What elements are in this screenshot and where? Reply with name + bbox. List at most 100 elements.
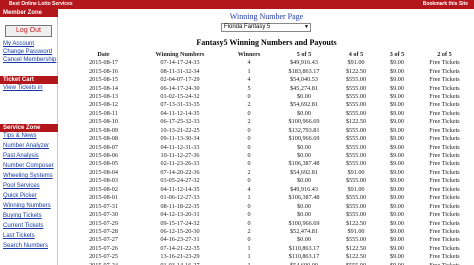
cell-winners: 1: [247, 244, 251, 252]
sidebar-link-quick-picker[interactable]: Quick Picker: [3, 193, 37, 200]
cell-2-of-5: Free Tickets: [429, 227, 460, 235]
cell-date: 2015-07-24: [71, 262, 136, 265]
sidebar-link-change-password[interactable]: Change Password: [3, 49, 52, 56]
cell-2-of-5: Free Tickets: [429, 76, 460, 84]
cell-winning-numbers: 04-11-12-31-33: [160, 143, 200, 151]
service-zone-header: Service Zone: [0, 124, 58, 132]
cell-3-of-5: $9.00: [390, 67, 404, 75]
column-date: Date: [97, 51, 110, 58]
cell-winners: 0: [247, 92, 251, 100]
sidebar-link-last-tickets[interactable]: Last Tickets: [3, 233, 35, 240]
cell-date: 2015-08-14: [89, 84, 118, 92]
cell-winning-numbers: 02-04-07-17-29: [160, 76, 200, 84]
sidebar-link-tips-news[interactable]: Tips & News: [3, 133, 36, 140]
cell-winning-numbers: 09-15-17-24-32: [160, 219, 200, 227]
sidebar-link-number-composer[interactable]: Number Composer: [3, 163, 54, 170]
cell-5-of-5: $0.00: [297, 143, 311, 151]
cell-4-of-5: $122.50: [345, 118, 367, 126]
cell-2-of-5: Free Tickets: [429, 84, 460, 92]
cell-4-of-5: $555.00: [345, 236, 367, 244]
cell-4-of-5: $122.50: [345, 253, 367, 261]
chevron-down-icon: ▼: [304, 24, 309, 30]
cell-3-of-5: $9.00: [390, 236, 404, 244]
cell-winners: 0: [247, 135, 251, 143]
game-select[interactable]: Florida Fantasy 5 ▼: [221, 23, 311, 32]
table-row: 2015-08-15 02-04-07-17-29 4 $54,040.53 $555.…: [71, 76, 473, 84]
table-row: 2015-07-30 04-12-13-20-31 0 $0.00 $555.00 $9.…: [71, 211, 473, 219]
sidebar-link-wheeling-systems[interactable]: Wheeling Systems: [3, 173, 53, 180]
cell-4-of-5: $122.50: [345, 244, 367, 252]
cell-4-of-5: $91.00: [347, 168, 365, 176]
cell-3-of-5: $9.00: [390, 177, 404, 185]
table-row: 2015-08-09 10-13-21-22-25 0 $132,793.81 $555…: [71, 127, 473, 135]
sidebar-link-cancel-membership[interactable]: Cancel Membership: [3, 57, 56, 64]
cell-winners: 0: [247, 177, 251, 185]
cell-2-of-5: Free Tickets: [429, 211, 460, 219]
cell-winners: 1: [247, 194, 251, 202]
cell-date: 2015-08-17: [89, 59, 118, 67]
sidebar-link-my-account[interactable]: My Account: [3, 41, 34, 48]
winning-numbers-table: Date Winning Numbers Winners 5 of 5 4 of…: [71, 50, 473, 265]
cell-3-of-5: $9.00: [390, 143, 404, 151]
table-row: 2015-08-02 04-11-12-14-35 4 $49,916.43 $91.0…: [71, 186, 473, 194]
sidebar-link-search-numbers[interactable]: Search Numbers: [3, 243, 48, 250]
cell-3-of-5: $9.00: [390, 244, 404, 252]
cell-winning-numbers: 04-11-12-14-35: [160, 185, 200, 193]
cell-5-of-5: $49,916.43: [290, 59, 318, 67]
cell-5-of-5: $100,966.69: [288, 118, 320, 126]
cell-date: 2015-08-06: [89, 152, 118, 160]
table-row: 2015-07-26 07-14-21-22-35 1 $110,863.17 $122…: [71, 245, 473, 253]
sidebar-link-view-tickets[interactable]: View Tickets in: [3, 85, 43, 92]
sidebar-link-past-analysis[interactable]: Past Analysis: [3, 153, 39, 160]
cell-2-of-5: Free Tickets: [429, 253, 460, 261]
cell-5-of-5: $52,474.81: [290, 227, 318, 235]
cell-4-of-5: $555.00: [345, 109, 367, 117]
logout-button[interactable]: Log Out: [5, 25, 52, 37]
cell-winners: 0: [247, 236, 251, 244]
column-winning-numbers: Winning Numbers: [155, 51, 205, 58]
table-row: 2015-08-08 09-11-13-30-34 0 $100,966.69 $555…: [71, 135, 473, 143]
cell-5-of-5: $132,793.81: [288, 126, 320, 134]
cell-3-of-5: $9.00: [390, 135, 404, 143]
cell-3-of-5: $9.00: [390, 211, 404, 219]
cell-5-of-5: $110,863.17: [288, 253, 320, 261]
cell-winning-numbers: 06-12-15-20-30: [160, 227, 200, 235]
sidebar-link-current-tickets[interactable]: Current Tickets: [3, 223, 43, 230]
table-header-row: Date Winning Numbers Winners 5 of 5 4 of…: [71, 50, 473, 59]
cell-winners: 4: [247, 59, 251, 67]
cell-date: 2015-08-13: [89, 92, 118, 100]
cell-4-of-5: $91.00: [347, 185, 365, 193]
table-row: 2015-07-2401-03-14-16-271$54,690.00$555.…: [71, 262, 473, 265]
sidebar-link-pool-services[interactable]: Pool Services: [3, 183, 40, 190]
cell-5-of-5: $0.00: [297, 92, 311, 100]
cell-5-of-5: $0.00: [297, 177, 311, 185]
cell-winners: 0: [247, 109, 251, 117]
cell-date: 2015-08-15: [89, 76, 118, 84]
cell-3-of-5: $9.00: [390, 59, 404, 67]
table-row: 2015-08-16 08-11-31-32-34 1 $183,863.17 $122…: [71, 67, 473, 75]
cell-winners: 0: [247, 202, 251, 210]
cell-4-of-5: $555.00: [334, 262, 378, 265]
cell-5-of-5: $54,692.81: [290, 101, 318, 109]
cell-3-of-5: $9.00: [390, 76, 404, 84]
cell-5-of-5: $54,040.53: [290, 76, 318, 84]
sidebar-link-number-analyzer[interactable]: Number Analyzer: [3, 143, 49, 150]
table-row: 2015-08-10 06-17-25-32-33 2 $100,966.69 $122…: [71, 118, 473, 126]
sidebar-link-winning-numbers[interactable]: Winning Numbers: [3, 203, 51, 210]
cell-date: 2015-08-03: [89, 177, 118, 185]
cell-winning-numbers: 07-13-31-33-35: [160, 101, 200, 109]
cell-3-of-5: $9.00: [390, 227, 404, 235]
bookmark-link[interactable]: Bookmark this Site: [423, 0, 468, 9]
cell-2-of-5: Free Tickets: [429, 135, 460, 143]
top-banner: Best Online Lotto Services Bookmark this…: [0, 0, 474, 9]
cell-winning-numbers: 07-14-17-24-33: [160, 59, 200, 67]
cell-4-of-5: $555.00: [345, 101, 367, 109]
cell-4-of-5: $555.00: [345, 92, 367, 100]
cell-2-of-5: Free Tickets: [416, 262, 473, 265]
sidebar-link-buying-tickets[interactable]: Buying Tickets: [3, 213, 42, 220]
cell-4-of-5: $91.00: [347, 59, 365, 67]
cell-5-of-5: $100,966.69: [288, 219, 320, 227]
cell-2-of-5: Free Tickets: [429, 194, 460, 202]
cell-date: 2015-08-11: [89, 109, 118, 117]
cell-winners: 0: [247, 219, 251, 227]
